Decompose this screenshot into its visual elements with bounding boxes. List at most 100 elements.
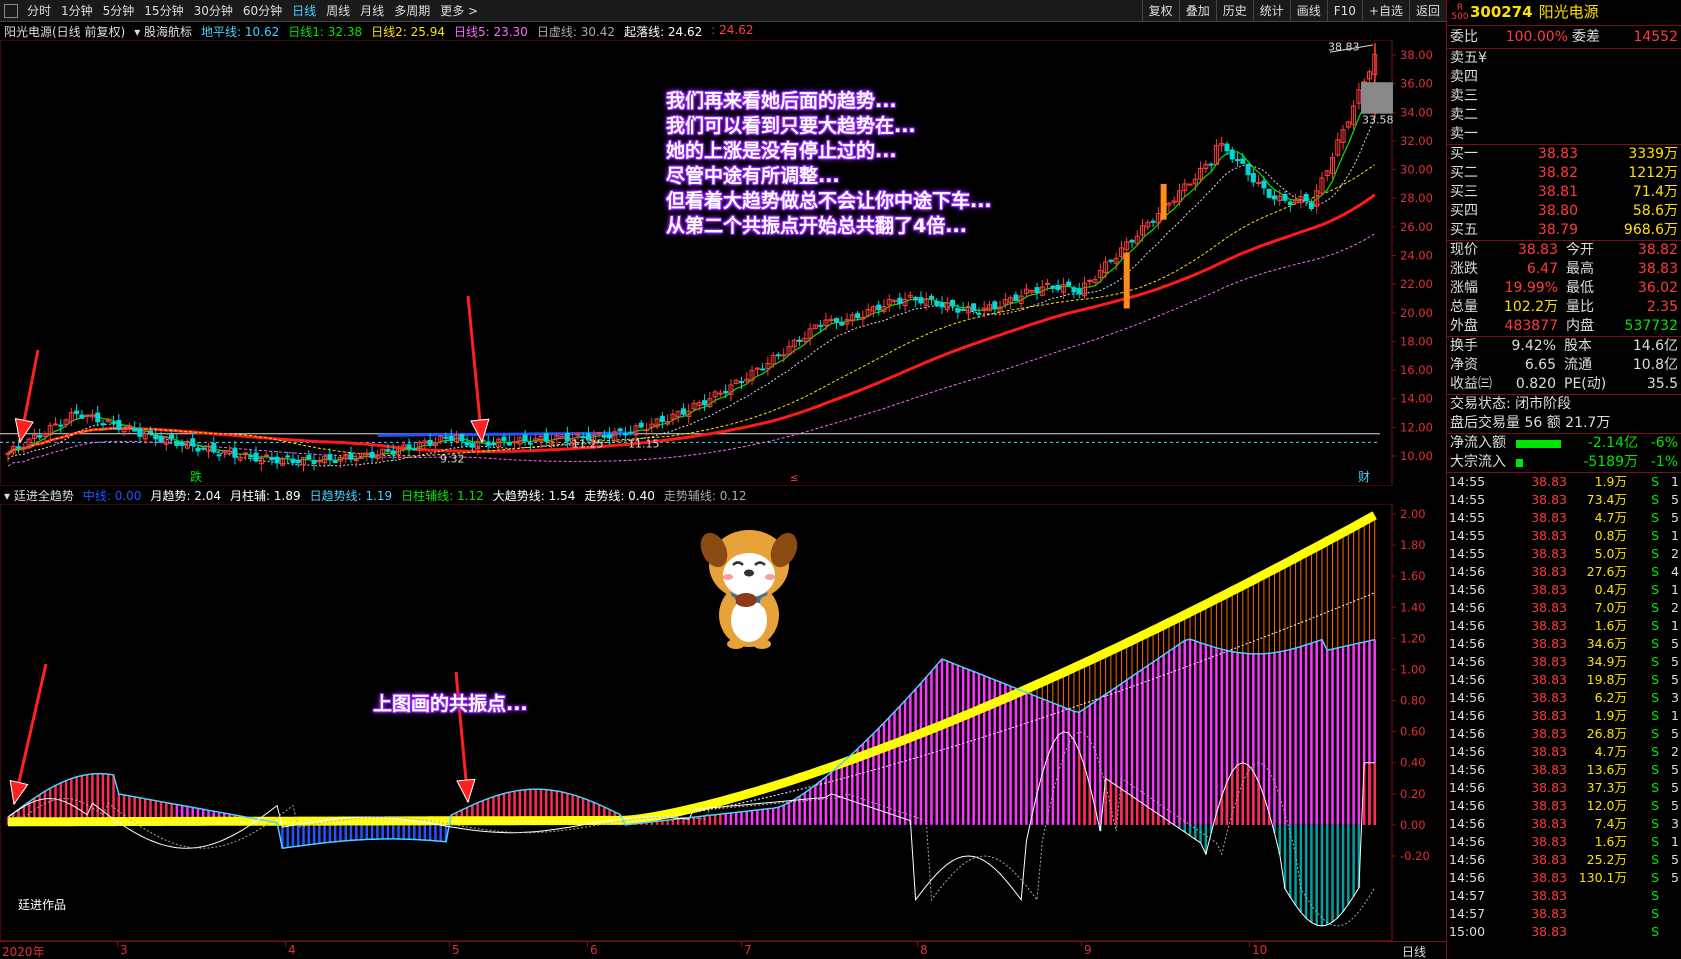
timeframe-tab[interactable]: 1分钟 xyxy=(56,2,98,19)
tick-cell: S xyxy=(1651,780,1659,795)
candle-body xyxy=(1076,288,1082,294)
tick-cell: 14:56 xyxy=(1449,762,1486,777)
candle-body xyxy=(1240,158,1246,164)
timeframe-tab[interactable]: 15分钟 xyxy=(139,2,188,19)
legend-item: 日趋势线: 1.19 xyxy=(309,488,393,503)
stat-label: 涨幅 xyxy=(1450,280,1478,296)
candle-body xyxy=(137,428,143,437)
candle-body xyxy=(928,295,934,300)
candle-body xyxy=(469,443,475,448)
timeframe-tab[interactable]: 60分钟 xyxy=(238,2,287,19)
weibi-row: 委比 100.00% 委差 14552 xyxy=(1450,28,1678,45)
candle-body xyxy=(738,381,744,384)
tick-cell: 5 xyxy=(1671,780,1679,795)
candle-body xyxy=(1282,194,1288,201)
price-axis-label: 30.00 xyxy=(1400,163,1433,177)
buy-level-label: 买一 xyxy=(1450,146,1478,162)
tick-cell: 14:56 xyxy=(1449,654,1486,669)
flow-value: -2.14亿 xyxy=(1587,435,1638,451)
candle-body xyxy=(116,420,122,431)
timeframe-tab[interactable]: 周线 xyxy=(321,2,355,19)
tick-cell: 14:55 xyxy=(1449,474,1486,489)
tick-cell: 38.83 xyxy=(1531,564,1567,579)
candle-body xyxy=(876,304,882,311)
candle-body xyxy=(797,339,803,342)
indicator-dropdown[interactable]: ▾ 股海航标 xyxy=(134,23,192,40)
tick-cell: S xyxy=(1651,636,1659,651)
timeframe-tab[interactable]: 5分钟 xyxy=(98,2,140,19)
candle-body xyxy=(596,432,602,435)
sell-order-row[interactable]: 卖一 xyxy=(1447,125,1681,144)
sell-order-row[interactable]: 卖四 xyxy=(1447,68,1681,87)
buy-order-row[interactable]: 买三 38.81 71.4万 xyxy=(1447,183,1681,202)
candle-body xyxy=(295,459,301,464)
candle-body xyxy=(522,434,528,442)
timeframe-tab[interactable]: 30分钟 xyxy=(189,2,238,19)
tick-cell: 26.8万 xyxy=(1586,726,1627,741)
toolbar-button[interactable]: 返回 xyxy=(1408,0,1446,22)
sell-order-row[interactable]: 卖三 xyxy=(1447,87,1681,106)
tick-row: 15:00 38.83 S xyxy=(1447,923,1681,938)
candle-body xyxy=(269,457,275,461)
timeframe-tab[interactable]: 更多 > xyxy=(435,2,483,19)
buy-order-row[interactable]: 买二 38.82 1212万 xyxy=(1447,164,1681,183)
stat-value: 102.2万 xyxy=(1503,299,1558,315)
sell-order-row[interactable]: 卖五 ¥ xyxy=(1447,49,1681,68)
candle-body xyxy=(369,451,375,459)
date-tick xyxy=(1081,942,1082,947)
buy-order-row[interactable]: 买五 38.79 968.6万 xyxy=(1447,221,1681,240)
toolbar-button[interactable]: 历史 xyxy=(1215,0,1253,22)
price-axis-label: 16.00 xyxy=(1400,363,1433,377)
date-axis-label: 6 xyxy=(590,943,598,957)
tick-row: 14:57 38.83 S xyxy=(1447,905,1681,923)
candle-body xyxy=(21,446,27,449)
timeframe-tab[interactable]: 日线 xyxy=(287,2,321,19)
legend-item: 日柱辅线: 1.12 xyxy=(401,488,484,503)
toolbar-button[interactable]: 画线 xyxy=(1289,0,1327,22)
tick-cell: S xyxy=(1651,834,1659,849)
candle-body xyxy=(1013,294,1019,302)
candle-body xyxy=(506,441,512,446)
tick-row: 14:56 38.83 6.2万 S 3 xyxy=(1447,689,1681,707)
candle-body xyxy=(607,433,613,439)
tick-cell: 34.6万 xyxy=(1586,636,1627,651)
main-chart-legend: 阳光电源(日线 前复权) ▾ 股海航标 地平线: 10.62 日线1: 32.38… xyxy=(0,22,1390,40)
indicator-axis-label: 2.00 xyxy=(1400,507,1426,521)
candle-body xyxy=(833,318,839,323)
quote-panel: R 500 300274 阳光电源 委比 100.00% 委差 14552 卖五 ¥… xyxy=(1446,0,1681,959)
period-label[interactable]: 日线 xyxy=(1402,943,1426,959)
date-axis-label: 8 xyxy=(920,943,928,957)
buy-volume: 1212万 xyxy=(1628,165,1678,181)
buy-order-row[interactable]: 买四 38.80 58.6万 xyxy=(1447,202,1681,221)
buy-price: 38.80 xyxy=(1537,203,1578,219)
candle-body xyxy=(950,299,956,307)
sell-order-row[interactable]: 卖二 xyxy=(1447,106,1681,125)
tick-cell: 1 xyxy=(1671,708,1679,723)
sub-indicator-dropdown[interactable]: ▾ 廷进全趋势 xyxy=(4,487,74,504)
timeframe-tab[interactable]: 多周期 xyxy=(389,2,435,19)
toolbar-button[interactable]: F10 xyxy=(1326,0,1362,22)
candle-body xyxy=(1066,281,1072,286)
candle-body xyxy=(1224,143,1230,152)
toolbar-button[interactable]: 叠加 xyxy=(1178,0,1216,22)
tick-list[interactable]: 14:55 38.83 1.9万 S 1 14:55 38.83 73.4万 S 5 14:55 38… xyxy=(1447,473,1681,938)
currency-mark: ¥ xyxy=(1478,50,1487,66)
buy-order-row[interactable]: 买一 38.83 3339万 xyxy=(1447,145,1681,164)
candle-body xyxy=(1034,287,1040,294)
candle-body xyxy=(253,452,259,462)
stat-value: 38.83 xyxy=(1637,261,1678,277)
timeframe-tab[interactable]: 月线 xyxy=(355,2,389,19)
tick-cell: 14:56 xyxy=(1449,564,1486,579)
candle-body xyxy=(306,454,312,460)
legend-item: 日线1: 32.38 xyxy=(288,24,363,39)
toolbar-button[interactable]: 复权 xyxy=(1141,0,1179,22)
tick-cell: 1 xyxy=(1671,528,1679,543)
toolbar-button[interactable]: 统计 xyxy=(1252,0,1290,22)
tick-cell: S xyxy=(1651,672,1659,687)
stat-label: 今开 xyxy=(1566,242,1594,258)
timeframe-tab[interactable]: 分时 xyxy=(22,2,56,19)
toolbar-button[interactable]: +自选 xyxy=(1361,0,1409,22)
tick-cell: 5 xyxy=(1671,798,1679,813)
menu-icon[interactable] xyxy=(4,3,18,18)
stock-name: 阳光电源 xyxy=(1538,3,1599,21)
